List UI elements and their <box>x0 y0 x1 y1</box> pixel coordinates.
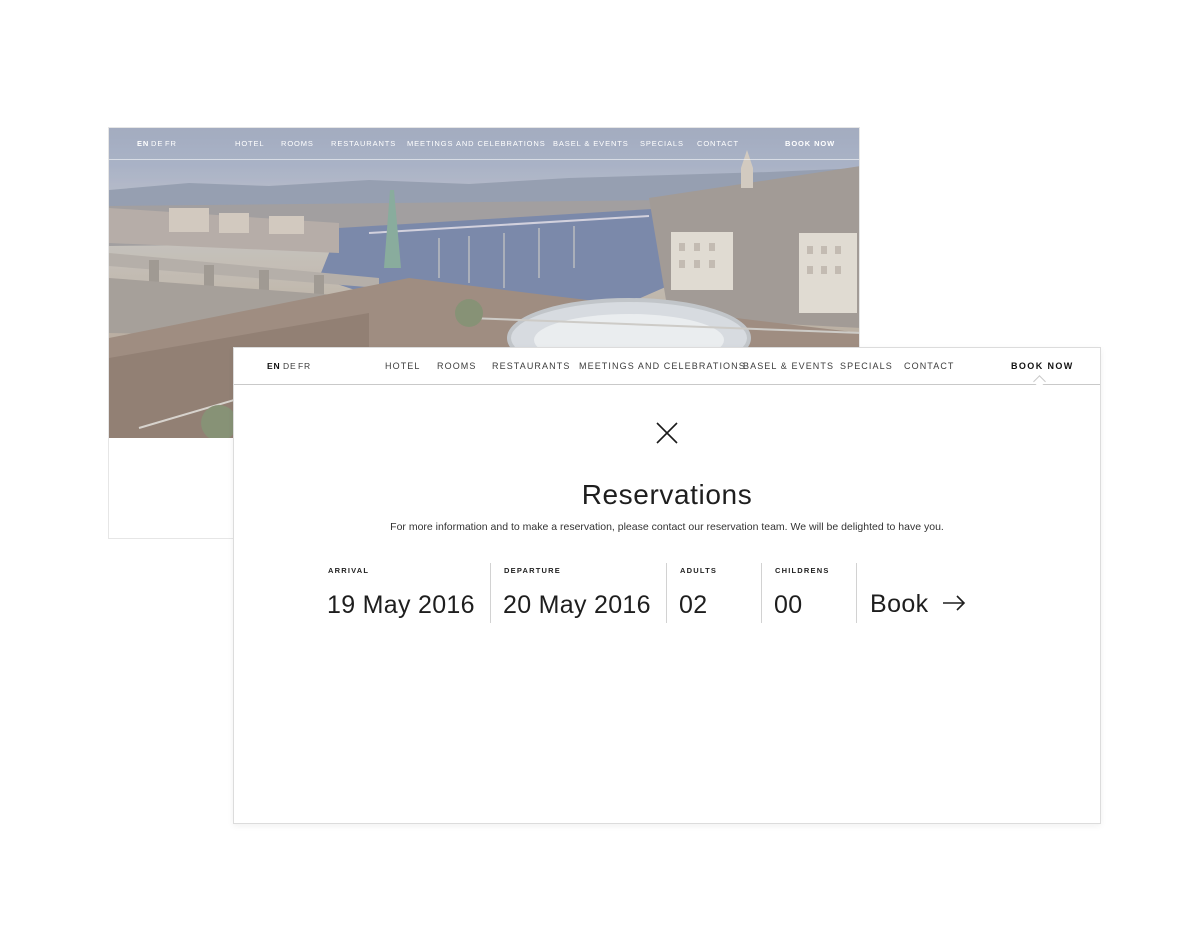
book-button[interactable]: Book <box>870 590 966 626</box>
nav-item-specials[interactable]: SPECIALS <box>840 361 893 371</box>
bg-lang-de: DE <box>151 139 164 148</box>
reservation-overlay: EN DE FR HOTEL ROOMS RESTAURANTS MEETING… <box>233 347 1101 824</box>
nav-item-restaurants[interactable]: RESTAURANTS <box>492 361 570 371</box>
main-nav: EN DE FR HOTEL ROOMS RESTAURANTS MEETING… <box>234 348 1100 385</box>
childrens-field[interactable]: CHILDRENS 00 <box>774 563 855 623</box>
bg-lang-en: EN <box>137 139 150 148</box>
departure-value: 20 May 2016 <box>503 591 651 619</box>
bg-nav-hotel: HOTEL <box>235 139 265 148</box>
screenshot-stage: EN DE FR HOTEL ROOMS RESTAURANTS MEETING… <box>0 0 1200 927</box>
bg-lang-fr: FR <box>165 139 177 148</box>
bg-nav-restaurants: RESTAURANTS <box>331 139 397 148</box>
close-icon[interactable] <box>655 421 679 445</box>
childrens-label: CHILDRENS <box>775 566 830 575</box>
arrow-right-icon <box>942 595 966 611</box>
departure-date-field[interactable]: DEPARTURE 20 May 2016 <box>503 563 664 623</box>
arrival-value: 19 May 2016 <box>327 591 475 619</box>
departure-label: DEPARTURE <box>504 566 561 575</box>
reservations-subtitle: For more information and to make a reser… <box>390 521 944 533</box>
field-divider <box>490 563 491 623</box>
bg-nav-book-now: BOOK NOW <box>785 139 836 148</box>
lang-en-link[interactable]: EN <box>267 361 280 371</box>
bg-nav-basel-events: BASEL & EVENTS <box>553 139 629 148</box>
bg-nav-rooms: ROOMS <box>281 139 314 148</box>
field-divider <box>761 563 762 623</box>
adults-value: 02 <box>679 591 708 619</box>
lang-de-link[interactable]: DE <box>283 361 296 371</box>
arrival-date-field[interactable]: ARRIVAL 19 May 2016 <box>327 563 478 623</box>
book-now-button[interactable]: BOOK NOW <box>1011 361 1074 371</box>
reservations-title: Reservations <box>581 479 753 510</box>
nav-item-meetings-and-celebrations[interactable]: MEETINGS AND CELEBRATIONS <box>579 361 746 371</box>
bg-nav-meetings: MEETINGS AND CELEBRATIONS <box>407 139 546 148</box>
childrens-value: 00 <box>774 591 803 619</box>
bg-nav-contact: CONTACT <box>697 139 739 148</box>
adults-label: ADULTS <box>680 566 718 575</box>
nav-item-contact[interactable]: CONTACT <box>904 361 955 371</box>
nav-item-rooms[interactable]: ROOMS <box>437 361 477 371</box>
field-divider <box>666 563 667 623</box>
adults-field[interactable]: ADULTS 02 <box>679 563 760 623</box>
field-divider <box>856 563 857 623</box>
nav-item-hotel[interactable]: HOTEL <box>385 361 421 371</box>
arrival-label: ARRIVAL <box>328 566 370 575</box>
book-button-label: Book <box>870 590 929 618</box>
background-nav: EN DE FR HOTEL ROOMS RESTAURANTS MEETING… <box>109 128 859 160</box>
nav-item-basel-events[interactable]: BASEL & EVENTS <box>743 361 834 371</box>
lang-fr-link[interactable]: FR <box>298 361 311 371</box>
bg-nav-specials: SPECIALS <box>640 139 684 148</box>
